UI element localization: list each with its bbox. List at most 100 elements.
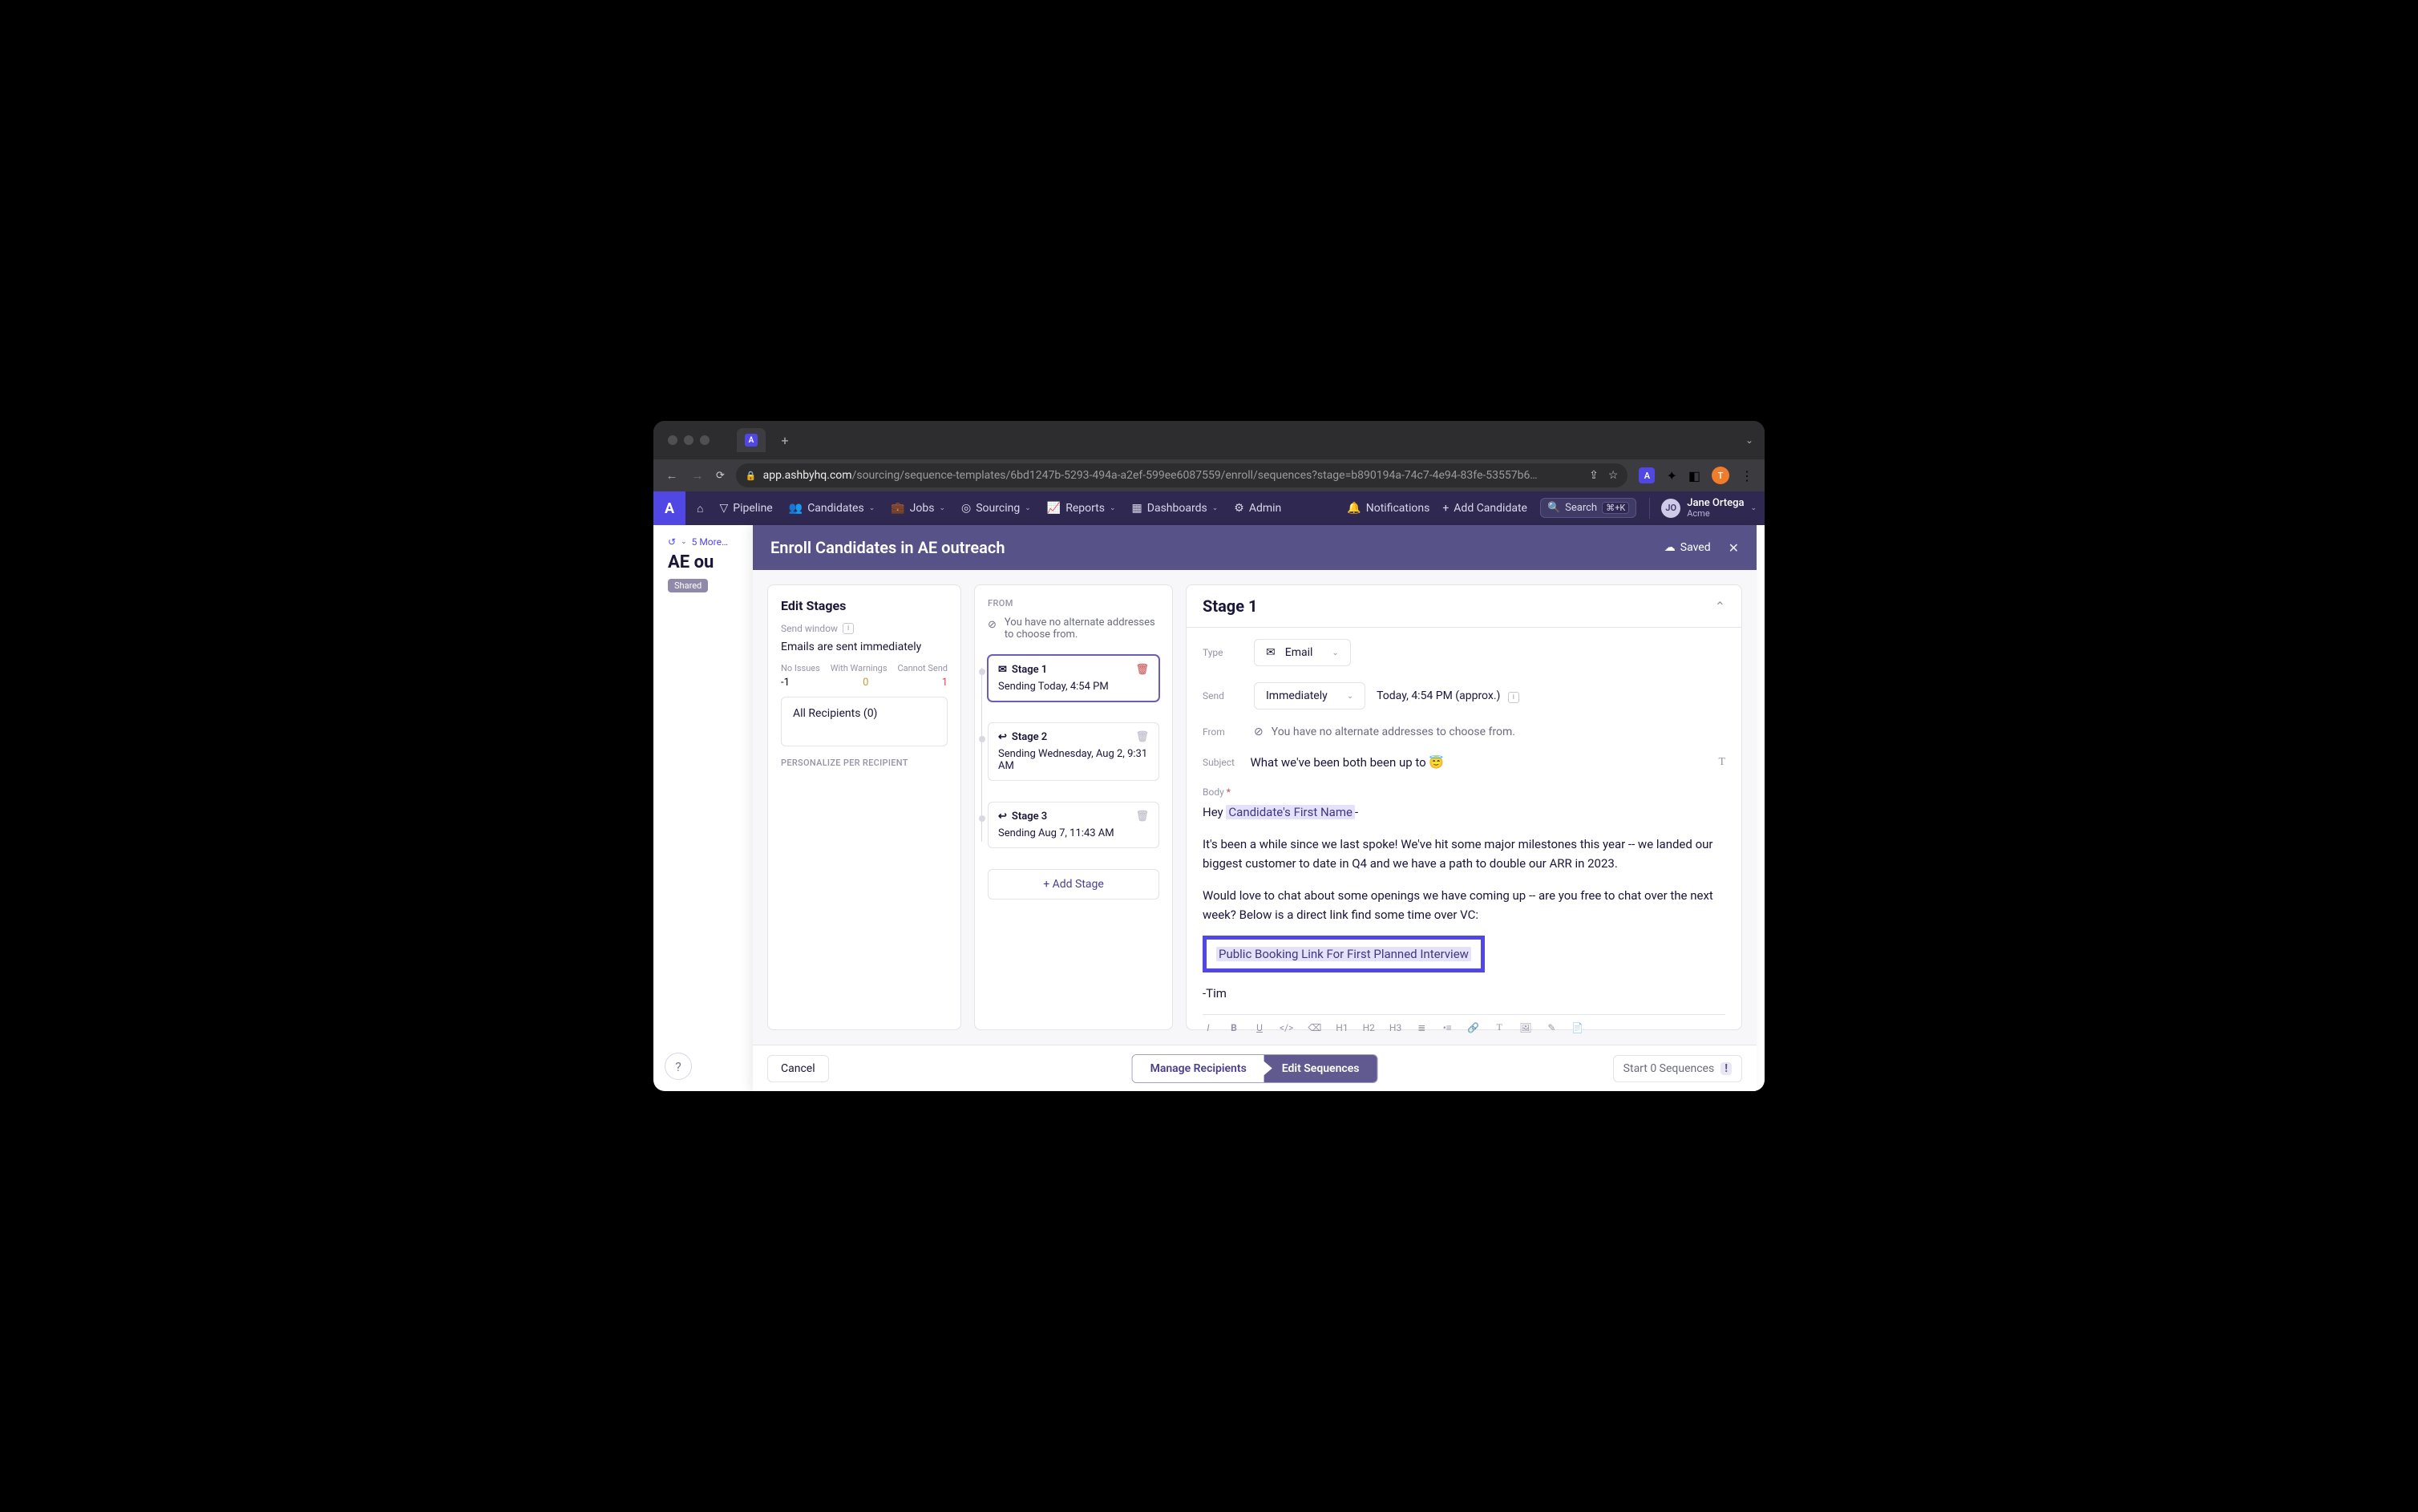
edit-sequences-tab[interactable]: Edit Sequences: [1264, 1055, 1377, 1082]
delete-stage-icon[interactable]: 🗑: [1135, 664, 1149, 676]
token-first-name[interactable]: Candidate's First Name: [1226, 805, 1355, 819]
h1-icon[interactable]: H1: [1336, 1022, 1348, 1033]
search-button[interactable]: 🔍 Search ⌘+K: [1540, 498, 1636, 518]
attachment-icon[interactable]: 📄: [1571, 1022, 1583, 1033]
underline-icon[interactable]: U: [1254, 1022, 1265, 1033]
app-header: A ⌂ ▽ Pipeline 👥 Candidates ⌄ 💼 Jobs ⌄ ◎…: [653, 491, 1765, 525]
nav-jobs[interactable]: 💼 Jobs ⌄: [891, 502, 945, 515]
subject-input[interactable]: [1248, 754, 1718, 770]
cloud-icon: ☁: [1664, 541, 1676, 554]
stage-card-3[interactable]: ↩ Stage 3 🗑 Sending Aug 7, 11:43 AM: [988, 802, 1159, 848]
delete-stage-icon[interactable]: 🗑: [1135, 731, 1149, 743]
status-cannot-label: Cannot Send: [897, 663, 948, 673]
bold-icon[interactable]: B: [1228, 1022, 1239, 1033]
address-bar[interactable]: 🔒 app.ashbyhq.com/sourcing/sequence-temp…: [736, 463, 1628, 487]
browser-window: A + ⌄ ← → ⟳ 🔒 app.ashbyhq.com/sourcing/s…: [653, 421, 1765, 1091]
close-icon[interactable]: ✕: [1729, 540, 1739, 556]
reload-button[interactable]: ⟳: [716, 470, 725, 482]
new-tab-button[interactable]: +: [774, 429, 796, 451]
token-icon[interactable]: T: [1494, 1021, 1505, 1033]
code-icon[interactable]: </>: [1280, 1022, 1293, 1033]
type-select[interactable]: ✉ Email ⌄: [1254, 639, 1351, 666]
user-menu[interactable]: JO Jane Ortega Acme ⌄: [1649, 498, 1757, 519]
stage-editor-panel: Stage 1 ⌃ Type ✉ Email ⌄: [1186, 584, 1742, 1030]
info-icon[interactable]: i: [843, 623, 854, 634]
nav-sourcing[interactable]: ◎ Sourcing ⌄: [961, 502, 1031, 515]
italic-icon[interactable]: I: [1203, 1022, 1214, 1033]
chrome-menu-icon[interactable]: ⋮: [1741, 468, 1753, 483]
clear-format-icon[interactable]: ⌫: [1308, 1022, 1321, 1033]
recipients-box[interactable]: All Recipients (0): [781, 697, 948, 746]
delete-stage-icon[interactable]: 🗑: [1135, 811, 1149, 823]
stage-sub: Sending Today, 4:54 PM: [998, 681, 1149, 693]
nav-home-icon[interactable]: ⌂: [697, 502, 703, 515]
stage-card-2[interactable]: ↩ Stage 2 🗑 Sending Wednesday, Aug 2, 9:…: [988, 722, 1159, 781]
stage-card-1[interactable]: ✉ Stage 1 🗑 Sending Today, 4:54 PM: [988, 655, 1159, 701]
nav-reports[interactable]: 📈 Reports ⌄: [1047, 502, 1116, 515]
help-button[interactable]: ?: [665, 1053, 692, 1080]
modal-body: Edit Stages Send window i Emails are sen…: [753, 570, 1757, 1045]
h2-icon[interactable]: H2: [1363, 1022, 1375, 1033]
forward-button: →: [690, 468, 705, 483]
stage-sub: Sending Aug 7, 11:43 AM: [998, 827, 1149, 839]
token-booking-link[interactable]: Public Booking Link For First Planned In…: [1216, 947, 1471, 961]
maximize-window-icon[interactable]: [700, 435, 710, 445]
reply-icon: ↩: [998, 731, 1007, 743]
signature-icon[interactable]: ✎: [1546, 1022, 1557, 1033]
side-panel-icon[interactable]: ◧: [1688, 468, 1700, 483]
saved-indicator: ☁ Saved: [1664, 541, 1711, 554]
timeline-dot-icon: [979, 669, 985, 675]
profile-avatar[interactable]: T: [1712, 467, 1729, 484]
add-stage-button[interactable]: + Add Stage: [988, 869, 1159, 900]
nav-candidates[interactable]: 👥 Candidates ⌄: [789, 502, 875, 515]
send-label: Send: [1203, 690, 1254, 701]
email-body-editor[interactable]: Hey Candidate's First Name- It's been a …: [1203, 802, 1725, 1003]
notifications-button[interactable]: 🔔 Notifications: [1347, 502, 1429, 515]
envelope-icon: ✉: [998, 664, 1007, 676]
extensions-puzzle-icon[interactable]: ✦: [1666, 468, 1676, 483]
warning-badge-icon: !: [1720, 1062, 1732, 1075]
window-controls: [668, 435, 710, 445]
ordered-list-icon[interactable]: ≣: [1416, 1022, 1427, 1033]
from-empty-text: ⊘ You have no alternate addresses to cho…: [1254, 726, 1515, 738]
add-candidate-button[interactable]: + Add Candidate: [1442, 502, 1527, 515]
close-window-icon[interactable]: [668, 435, 677, 445]
manage-recipients-tab[interactable]: Manage Recipients: [1133, 1055, 1264, 1082]
personalize-label: PERSONALIZE PER RECIPIENT: [781, 758, 948, 768]
info-icon[interactable]: i: [1508, 692, 1519, 703]
start-sequences-button[interactable]: Start 0 Sequences !: [1613, 1055, 1742, 1082]
back-button[interactable]: ←: [665, 468, 679, 483]
nav-admin[interactable]: ⚙ Admin: [1234, 502, 1281, 515]
nav-pipeline[interactable]: ▽ Pipeline: [719, 502, 772, 515]
url-host: app.ashbyhq.com: [763, 469, 852, 482]
link-icon[interactable]: 🔗: [1467, 1022, 1479, 1033]
reply-icon: ↩: [998, 811, 1007, 823]
h3-icon[interactable]: H3: [1389, 1022, 1401, 1033]
browser-tab[interactable]: A: [737, 428, 766, 452]
stage-name: Stage 1: [1012, 664, 1047, 676]
search-kbd: ⌘+K: [1602, 502, 1629, 514]
extension-ashby-icon[interactable]: A: [1639, 467, 1655, 483]
stage-heading: Stage 1: [1203, 596, 1257, 616]
collapse-icon[interactable]: ⌃: [1715, 599, 1725, 614]
funnel-icon: ▽: [719, 502, 728, 515]
app-logo[interactable]: A: [653, 491, 685, 525]
browser-tabbar: A + ⌄: [653, 421, 1765, 459]
cancel-button[interactable]: Cancel: [767, 1055, 829, 1082]
status-none-label: No Issues: [781, 663, 820, 673]
modal-footer: Cancel Manage Recipients Edit Sequences …: [753, 1045, 1757, 1091]
question-icon: ?: [675, 1059, 681, 1074]
send-select[interactable]: Immediately ⌄: [1254, 682, 1365, 710]
bookmark-star-icon[interactable]: ☆: [1608, 469, 1619, 482]
nav-dashboards[interactable]: ▦ Dashboards ⌄: [1132, 502, 1219, 515]
share-icon[interactable]: ⇪: [1589, 469, 1599, 482]
bullet-list-icon[interactable]: •≡: [1442, 1022, 1453, 1033]
token-picker-icon[interactable]: T: [1718, 756, 1725, 769]
browser-actions: A ✦ ◧ T ⋮: [1639, 467, 1753, 484]
send-approx: Today, 4:54 PM (approx.) i: [1377, 689, 1519, 703]
url-path: /sourcing/sequence-templates/6bd1247b-52…: [852, 469, 1538, 482]
booking-link-highlight: Public Booking Link For First Planned In…: [1203, 936, 1485, 972]
tab-list-dropdown-icon[interactable]: ⌄: [1745, 435, 1753, 446]
image-icon[interactable]: 🖼: [1519, 1022, 1531, 1033]
minimize-window-icon[interactable]: [684, 435, 693, 445]
